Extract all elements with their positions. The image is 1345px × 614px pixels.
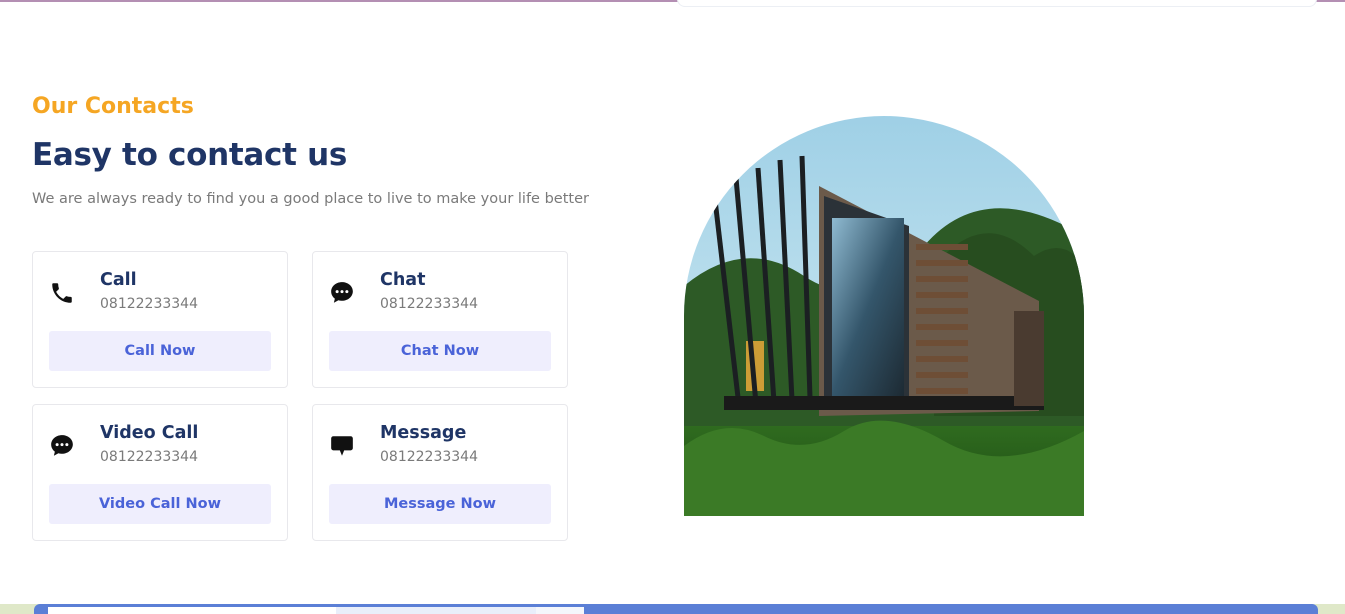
message-icon [329,433,355,459]
contact-card-chat: Chat 08122233344 Chat Now [312,251,568,388]
contact-phone: 08122233344 [100,296,198,312]
phone-icon [49,280,75,306]
contact-card-video-call: Video Call 08122233344 Video Call Now [32,404,288,541]
section-eyebrow: Our Contacts [32,94,194,119]
contact-title: Video Call [100,423,199,443]
call-now-button[interactable]: Call Now [49,331,271,371]
chat-bubble-icon [49,433,75,459]
contact-phone: 08122233344 [380,296,478,312]
house-photo [684,116,1084,516]
bottom-tab[interactable] [536,607,584,614]
bottom-tab[interactable] [336,607,536,614]
contact-title: Chat [380,270,426,290]
chat-bubble-icon [329,280,355,306]
contact-card-message: Message 08122233344 Message Now [312,404,568,541]
contact-phone: 08122233344 [100,449,198,465]
chat-now-button[interactable]: Chat Now [329,331,551,371]
top-card-edge [677,0,1317,7]
contact-title: Call [100,270,137,290]
section-heading: Easy to contact us [32,137,348,173]
contact-phone: 08122233344 [380,449,478,465]
video-call-now-button[interactable]: Video Call Now [49,484,271,524]
contact-title: Message [380,423,467,443]
bottom-tab[interactable] [48,607,336,614]
contact-card-call: Call 08122233344 Call Now [32,251,288,388]
section-subtext: We are always ready to find you a good p… [32,191,589,207]
message-now-button[interactable]: Message Now [329,484,551,524]
